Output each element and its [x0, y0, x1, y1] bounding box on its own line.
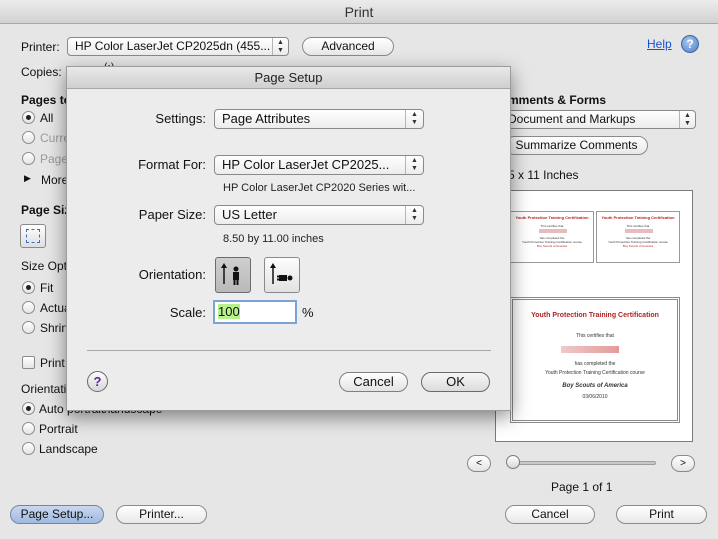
copies-label: Copies:: [21, 65, 62, 79]
page-setup-sheet: Page Setup Settings: Page Attributes ▲ ▼ …: [66, 66, 511, 411]
orientation-landscape-label: Landscape: [39, 442, 98, 456]
page-indicator: Page 1 of 1: [551, 480, 613, 494]
page-slider-thumb[interactable]: [506, 455, 520, 469]
scale-value: 100: [218, 304, 240, 319]
popup-arrows-icon: ▲ ▼: [272, 38, 288, 55]
cert-main-line2: has completed the: [574, 361, 616, 367]
pages-all-radio[interactable]: [22, 111, 35, 124]
pages-more-label[interactable]: More: [41, 173, 68, 187]
page-setup-title: Page Setup: [67, 67, 510, 89]
cert-title-text: Youth Protection Training Certification: [515, 215, 589, 220]
settings-popup[interactable]: Page Attributes ▲ ▼: [214, 109, 424, 129]
chevron-right-icon: >: [680, 458, 686, 469]
size-fit-label: Fit: [40, 281, 54, 295]
orientation-section-label: Orientati: [21, 382, 67, 396]
paper-size-label: Paper Size:: [138, 207, 206, 222]
sheet-ok-button[interactable]: OK: [421, 372, 490, 392]
next-page-button[interactable]: >: [671, 455, 695, 472]
scale-label: Scale:: [169, 305, 206, 320]
print-preview: Youth Protection Training Certification …: [495, 190, 693, 442]
printer-button[interactable]: Printer...: [116, 505, 207, 524]
cert-title-text: Youth Protection Training Certification: [601, 215, 675, 220]
print-option-label: Print: [40, 356, 65, 370]
cert-main-title: Youth Protection Training Certification: [531, 312, 659, 319]
disclosure-triangle-icon[interactable]: ▶: [24, 173, 31, 184]
page-size-section-label: Page Siz: [21, 203, 71, 217]
orientation-auto-radio[interactable]: [22, 402, 35, 415]
pages-current-radio[interactable]: [22, 131, 35, 144]
settings-popup-value: Page Attributes: [222, 111, 311, 126]
comments-popup-value: Document and Markups: [508, 112, 636, 126]
page-size-button[interactable]: [20, 224, 46, 248]
cert-text: This certifies that: [626, 224, 650, 228]
previous-page-button[interactable]: <: [467, 455, 491, 472]
size-options-label: Size Opt: [21, 259, 68, 273]
portrait-person-icon: [221, 263, 239, 285]
cancel-print-button[interactable]: Cancel: [505, 505, 595, 524]
format-for-popup[interactable]: HP Color LaserJet CP2025... ▲ ▼: [214, 155, 424, 175]
format-for-popup-value: HP Color LaserJet CP2025...: [222, 157, 390, 172]
summarize-comments-button[interactable]: Summarize Comments: [505, 136, 648, 155]
popup-arrows-icon: ▲ ▼: [405, 206, 423, 224]
print-dialog-title: Print: [0, 0, 718, 24]
advanced-button[interactable]: Advanced: [302, 37, 394, 56]
comments-popup[interactable]: Document and Markups ▲ ▼: [500, 110, 696, 129]
paper-size-popup[interactable]: US Letter ▲ ▼: [214, 205, 424, 225]
help-icon[interactable]: ?: [681, 35, 699, 53]
cert-text: This certifies that: [540, 224, 564, 228]
page-setup-button[interactable]: Page Setup...: [10, 505, 104, 524]
preview-certificate-small-left: Youth Protection Training Certification …: [510, 211, 594, 263]
popup-arrows-icon: ▲ ▼: [405, 156, 423, 174]
size-actual-radio[interactable]: [22, 301, 35, 314]
size-fit-radio[interactable]: [22, 281, 35, 294]
cert-text: Boy Scouts of America: [622, 244, 654, 248]
landscape-person-icon: [270, 263, 293, 284]
printer-popup[interactable]: HP Color LaserJet CP2025dn (455... ▲ ▼: [67, 37, 289, 56]
print-button[interactable]: Print: [616, 505, 707, 524]
printer-label: Printer:: [21, 40, 60, 54]
popup-arrows-icon: ▲ ▼: [679, 111, 695, 128]
cert-main-date: 03/06/2010: [582, 394, 608, 400]
pages-all-label: All: [40, 111, 54, 125]
size-shrink-label: Shrin: [40, 321, 69, 335]
format-for-label: Format For:: [138, 157, 206, 172]
cert-main-name-smudge: [561, 346, 619, 353]
cert-text: Boy Scouts of America: [536, 244, 568, 248]
comments-forms-label: mments & Forms: [508, 93, 607, 107]
help-link[interactable]: Help: [647, 37, 672, 51]
orientation-landscape-button[interactable]: [264, 257, 300, 293]
fit-page-icon: [26, 229, 40, 243]
page-slider-track[interactable]: [508, 461, 656, 465]
orientation-portrait-button[interactable]: [215, 257, 251, 293]
settings-label: Settings:: [155, 111, 206, 126]
paper-size-popup-value: US Letter: [222, 207, 277, 222]
size-shrink-radio[interactable]: [22, 321, 35, 334]
pages-section-label: Pages to: [21, 93, 72, 107]
sheet-divider: [87, 350, 491, 351]
format-for-description: HP Color LaserJet CP2020 Series wit...: [223, 182, 416, 194]
sheet-help-icon[interactable]: ?: [87, 371, 108, 392]
cert-name-smudge: [539, 229, 567, 233]
cert-main-line3: Youth Protection Training Certification …: [545, 370, 645, 376]
sheet-cancel-button[interactable]: Cancel: [339, 372, 408, 392]
paper-size-description: 8.50 by 11.00 inches: [223, 233, 324, 245]
scale-input[interactable]: 100: [213, 300, 297, 324]
orientation-portrait-radio[interactable]: [22, 422, 35, 435]
printer-popup-value: HP Color LaserJet CP2025dn (455...: [75, 39, 271, 53]
cert-main-org: Boy Scouts of America: [562, 383, 628, 389]
cert-main-line1: This certifies that: [576, 333, 614, 339]
popup-arrows-icon: ▲ ▼: [405, 110, 423, 128]
orientation-landscape-radio[interactable]: [22, 442, 35, 455]
scale-unit: %: [302, 305, 314, 320]
chevron-left-icon: <: [476, 458, 482, 469]
cert-name-smudge: [625, 229, 653, 233]
orientation-portrait-label: Portrait: [39, 422, 78, 436]
preview-certificate-main: Youth Protection Training Certification …: [510, 297, 680, 423]
paper-info-label: 5 x 11 Inches: [508, 168, 579, 182]
preview-certificate-small-right: Youth Protection Training Certification …: [596, 211, 680, 263]
orientation-label: Orientation:: [138, 267, 206, 282]
pages-range-radio[interactable]: [22, 152, 35, 165]
print-option-checkbox[interactable]: [22, 356, 35, 369]
